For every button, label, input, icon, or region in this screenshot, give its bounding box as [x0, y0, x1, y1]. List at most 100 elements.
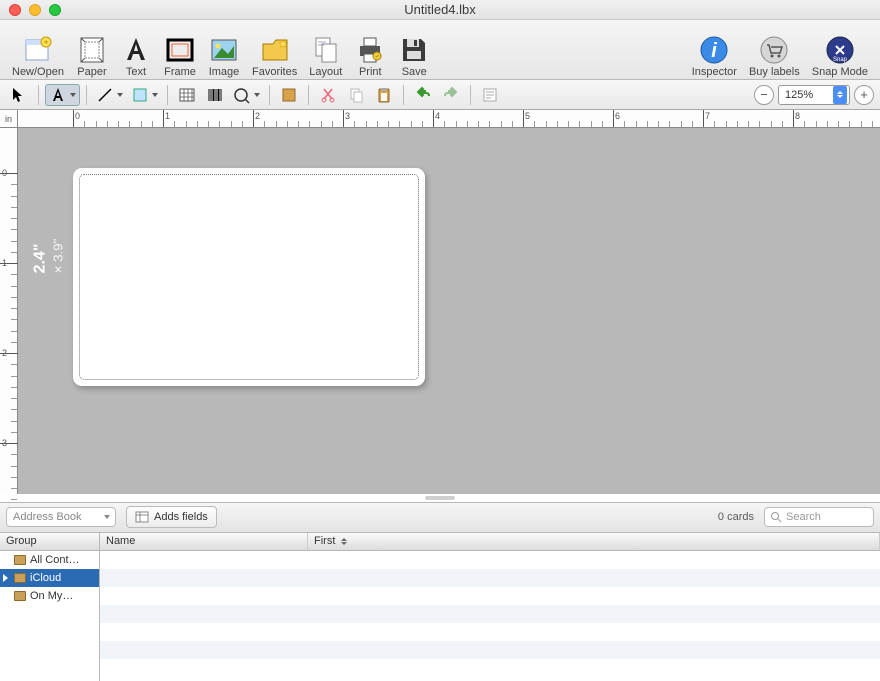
- copy-button[interactable]: [343, 84, 369, 106]
- svg-text:Snap: Snap: [833, 57, 848, 63]
- zoom-out-button[interactable]: −: [754, 85, 774, 105]
- table-row[interactable]: [100, 551, 880, 569]
- data-rows: [100, 551, 880, 681]
- image-label: Image: [209, 66, 240, 78]
- print-icon: [354, 34, 386, 66]
- details-column: Name First: [100, 533, 880, 681]
- align-tool[interactable]: [477, 84, 503, 106]
- group-item-label: On My…: [30, 590, 73, 602]
- image-icon: [208, 34, 240, 66]
- frame-label: Frame: [164, 66, 196, 78]
- inspector-button[interactable]: i Inspector: [686, 22, 743, 78]
- paste-button[interactable]: [371, 84, 397, 106]
- workspace: in 0123456789 0123 2.4"× 3.9" Address Bo…: [0, 110, 880, 681]
- paper-button[interactable]: Paper: [70, 22, 114, 78]
- fields-icon: [135, 510, 149, 524]
- text-label: Text: [126, 66, 146, 78]
- text-icon: [120, 34, 152, 66]
- favorites-icon: [259, 34, 291, 66]
- layout-label: Layout: [309, 66, 342, 78]
- adds-fields-button[interactable]: Adds fields: [126, 506, 217, 528]
- ruler-vertical[interactable]: 0123: [0, 128, 18, 494]
- buy-labels-button[interactable]: Buy labels: [743, 22, 806, 78]
- folder-icon: [14, 591, 26, 601]
- label-dimensions: 2.4"× 3.9": [31, 239, 67, 274]
- shape-tool[interactable]: [128, 84, 161, 106]
- paper-label: Paper: [77, 66, 106, 78]
- undo-button[interactable]: [410, 84, 436, 106]
- group-item[interactable]: iCloud: [0, 569, 99, 587]
- search-input[interactable]: Search: [764, 507, 874, 527]
- label-card[interactable]: [73, 168, 425, 386]
- database-panel: Address Book Adds fields 0 cards Search …: [0, 502, 880, 681]
- groups-column: Group All Cont… iCloud On My…: [0, 533, 100, 681]
- text-tool[interactable]: [45, 84, 80, 106]
- redo-button[interactable]: [438, 84, 464, 106]
- shopping-icon: [758, 34, 790, 66]
- save-label: Save: [402, 66, 427, 78]
- folder-icon: [14, 573, 26, 583]
- image-button[interactable]: Image: [202, 22, 246, 78]
- card-count-label: 0 cards: [718, 511, 754, 523]
- search-icon: [770, 511, 782, 523]
- secondary-toolbar: − 125% +: [0, 80, 880, 110]
- save-button[interactable]: Save: [392, 22, 436, 78]
- text-button[interactable]: Text: [114, 22, 158, 78]
- zoom-in-button[interactable]: +: [854, 85, 874, 105]
- new-open-button[interactable]: New/Open: [6, 22, 70, 78]
- paper-icon: [76, 34, 108, 66]
- pointer-tool[interactable]: [6, 84, 32, 106]
- zoom-stepper-icon: [833, 86, 847, 104]
- background-tool[interactable]: [276, 84, 302, 106]
- inspector-label: Inspector: [692, 66, 737, 78]
- search-placeholder: Search: [786, 511, 821, 523]
- favorites-button[interactable]: Favorites: [246, 22, 303, 78]
- name-header[interactable]: Name: [100, 533, 308, 551]
- table-row[interactable]: [100, 569, 880, 587]
- symbol-tool[interactable]: [230, 84, 263, 106]
- zoom-level-value: 125%: [785, 89, 813, 101]
- table-row[interactable]: [100, 641, 880, 659]
- frame-button[interactable]: Frame: [158, 22, 202, 78]
- data-source-select[interactable]: Address Book: [6, 507, 116, 527]
- database-toolbar: Address Book Adds fields 0 cards Search: [0, 503, 880, 533]
- group-item-label: iCloud: [30, 572, 61, 584]
- canvas[interactable]: 2.4"× 3.9": [18, 128, 880, 494]
- snap-mode-button[interactable]: Snap Snap Mode: [806, 22, 874, 78]
- snap-icon: Snap: [824, 34, 856, 66]
- layout-icon: [310, 34, 342, 66]
- new-open-icon: [22, 34, 54, 66]
- new-open-label: New/Open: [12, 66, 64, 78]
- frame-icon: [164, 34, 196, 66]
- first-header[interactable]: First: [308, 533, 880, 551]
- group-item[interactable]: All Cont…: [0, 551, 99, 569]
- barcode-tool[interactable]: [202, 84, 228, 106]
- main-toolbar: New/Open Paper Text Frame Image Favorite…: [0, 20, 880, 80]
- zoom-level-select[interactable]: 125%: [778, 85, 850, 105]
- table-row[interactable]: [100, 605, 880, 623]
- cut-button[interactable]: [315, 84, 341, 106]
- print-label: Print: [359, 66, 382, 78]
- window-titlebar: Untitled4.lbx: [0, 0, 880, 20]
- layout-button[interactable]: Layout: [303, 22, 348, 78]
- table-row[interactable]: [100, 623, 880, 641]
- table-tool[interactable]: [174, 84, 200, 106]
- groups-header[interactable]: Group: [0, 533, 99, 551]
- group-item-label: All Cont…: [30, 554, 80, 566]
- favorites-label: Favorites: [252, 66, 297, 78]
- print-button[interactable]: Print: [348, 22, 392, 78]
- buy-labels-label: Buy labels: [749, 66, 800, 78]
- ruler-horizontal[interactable]: in 0123456789: [0, 110, 880, 128]
- line-tool[interactable]: [93, 84, 126, 106]
- snap-mode-label: Snap Mode: [812, 66, 868, 78]
- folder-icon: [14, 555, 26, 565]
- ruler-unit-label: in: [0, 110, 18, 127]
- save-icon: [398, 34, 430, 66]
- table-row[interactable]: [100, 587, 880, 605]
- group-item[interactable]: On My…: [0, 587, 99, 605]
- sort-indicator-icon: [341, 538, 347, 545]
- table-row[interactable]: [100, 659, 880, 677]
- panel-resize-handle[interactable]: [0, 494, 880, 502]
- info-icon: i: [698, 34, 730, 66]
- svg-text:i: i: [712, 40, 718, 62]
